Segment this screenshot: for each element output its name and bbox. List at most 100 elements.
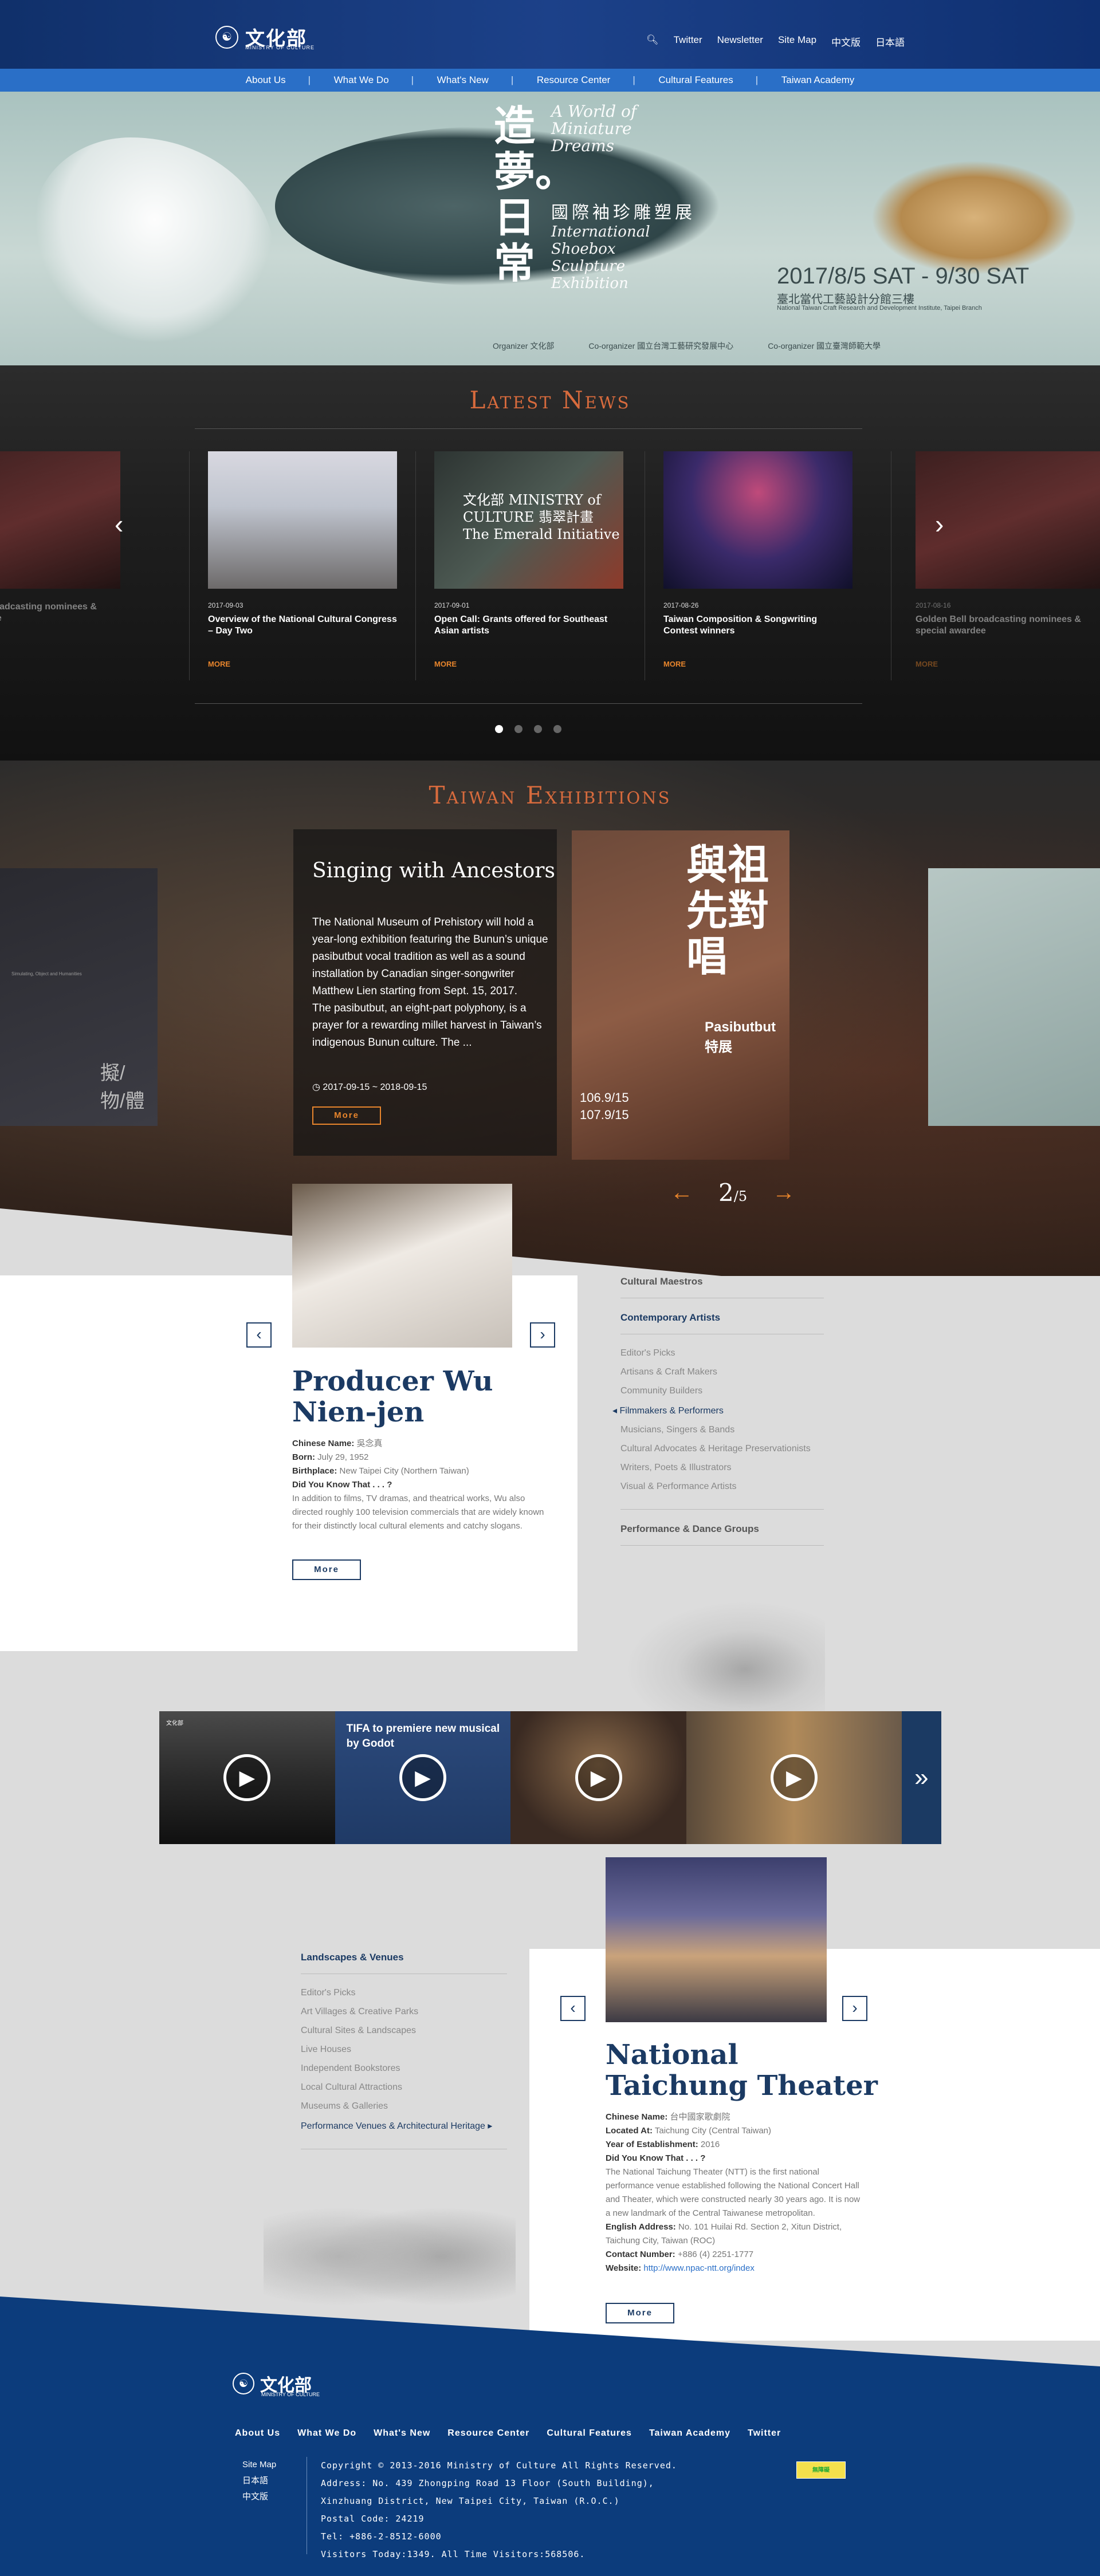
news-next-arrow-icon[interactable]: ›	[935, 509, 944, 539]
news-card-date: 2017-08-16	[916, 601, 951, 609]
artist-category-menu: Cultural Maestros Contemporary Artists E…	[612, 1276, 824, 1559]
footer-nav-about-us[interactable]: About Us	[235, 2428, 280, 2439]
top-link-chinese[interactable]: 中文版	[831, 34, 861, 49]
footer-link-chinese[interactable]: 中文版	[242, 2489, 276, 2505]
category-item[interactable]: Live Houses	[301, 2045, 507, 2055]
news-card-more-link[interactable]: MORE	[663, 660, 686, 668]
footer-link-japanese[interactable]: 日本語	[242, 2473, 276, 2489]
search-icon[interactable]: 🔍︎	[646, 34, 659, 49]
side-poster-caption: Simulating, Object and Humanities	[11, 971, 82, 976]
top-link-newsletter[interactable]: Newsletter	[717, 34, 763, 49]
accessibility-badge[interactable]: 無障礙	[796, 2461, 846, 2479]
info-value: 吳念真	[356, 1439, 383, 1448]
footer-nav-taiwan-academy[interactable]: Taiwan Academy	[649, 2428, 730, 2439]
exhibition-side-poster-left[interactable]: Simulating, Object and Humanities 擬/物/體	[0, 868, 158, 1126]
category-landscapes-venues[interactable]: Landscapes & Venues	[301, 1952, 507, 1974]
exhibition-prev-arrow-icon[interactable]: ←	[670, 1180, 693, 1206]
category-item[interactable]: Editor's Picks	[620, 1348, 824, 1358]
taiwan-exhibitions-section: Taiwan Exhibitions Simulating, Object an…	[0, 761, 1100, 1276]
video-thumb[interactable]: TIFA to premiere new musical by Godot ▶	[335, 1711, 511, 1844]
artist-prev-button[interactable]: ‹	[246, 1322, 272, 1348]
category-item[interactable]: Local Cultural Attractions	[301, 2082, 507, 2093]
category-item[interactable]: Cultural Advocates & Heritage Preservati…	[620, 1444, 824, 1454]
latest-news-section: Latest News Golden Bell broadcasting nom…	[0, 365, 1100, 761]
video-strip: 文化部 ▶ TIFA to premiere new musical by Go…	[159, 1711, 941, 1844]
category-item[interactable]: Community Builders	[620, 1386, 824, 1396]
exhibition-poster[interactable]: 與祖先對唱 Pasibutbut 特展 106.9/15 107.9/15	[572, 830, 789, 1160]
category-item[interactable]: Visual & Performance Artists	[620, 1482, 824, 1492]
news-card-title[interactable]: Golden Bell broadcasting nominees & spec…	[916, 614, 1100, 637]
exhibition-next-arrow-icon[interactable]: →	[772, 1180, 795, 1206]
category-item[interactable]: Writers, Poets & Illustrators	[620, 1463, 824, 1473]
category-item[interactable]: Museums & Galleries	[301, 2101, 507, 2112]
video-thumb[interactable]: 文化部 ▶	[159, 1711, 335, 1844]
category-item[interactable]: Editor's Picks	[301, 1988, 507, 1998]
top-link-sitemap[interactable]: Site Map	[778, 34, 816, 49]
footer-info: Copyright © 2013-2016 Ministry of Cultur…	[321, 2457, 677, 2563]
news-card-more-link[interactable]: MORE	[208, 660, 230, 668]
news-card-title[interactable]: Taiwan Composition & Songwriting Contest…	[663, 614, 852, 637]
exhibition-more-button[interactable]: More	[312, 1106, 381, 1125]
venue-prev-button[interactable]: ‹	[560, 1996, 586, 2021]
hero-banner[interactable]: 造夢。日常 A World of Miniature Dreams 國際袖珍雕塑…	[0, 92, 1100, 365]
news-card-more-link[interactable]: MORE	[916, 660, 938, 668]
category-cultural-maestros[interactable]: Cultural Maestros	[620, 1276, 824, 1298]
top-link-twitter[interactable]: Twitter	[674, 34, 702, 49]
news-card[interactable]: 2017-08-26 Taiwan Composition & Songwrit…	[663, 451, 852, 668]
news-card[interactable]: Golden Bell broadcasting nominees & spec…	[0, 451, 120, 624]
news-card[interactable]: 2017-08-16 Golden Bell broadcasting nomi…	[916, 451, 1100, 668]
pagination-dot[interactable]	[514, 725, 522, 733]
category-performance-dance[interactable]: Performance & Dance Groups	[620, 1523, 824, 1545]
category-item[interactable]: Artisans & Craft Makers	[620, 1367, 824, 1377]
site-logo[interactable]: ☯ 文化部 MINISTRY OF CULTURE	[215, 23, 314, 51]
pagination-dot[interactable]	[495, 725, 503, 733]
footer-nav-resource-center[interactable]: Resource Center	[447, 2428, 529, 2439]
category-item-selected[interactable]: Performance Venues & Architectural Herit…	[301, 2120, 507, 2132]
video-thumb[interactable]: ▶	[686, 1711, 902, 1844]
nav-resource-center[interactable]: Resource Center	[511, 74, 635, 86]
news-card[interactable]: 文化部 MINISTRY of CULTURE 翡翠計畫 The Emerald…	[434, 451, 623, 668]
play-icon[interactable]: ▶	[223, 1754, 271, 1801]
news-card-date: 2017-09-03	[208, 601, 243, 609]
pagination-dot[interactable]	[553, 725, 561, 733]
exhibition-side-poster-right[interactable]	[928, 868, 1100, 1126]
news-card-date: 2017-08-26	[663, 601, 699, 609]
footer-logo[interactable]: ☯ 文化部 MINISTRY OF CULTURE	[233, 2371, 320, 2397]
nav-cultural-features[interactable]: Cultural Features	[632, 74, 757, 86]
play-icon[interactable]: ▶	[770, 1754, 818, 1801]
news-card-title[interactable]: Open Call: Grants offered for Southeast …	[434, 614, 623, 637]
video-thumb[interactable]: ▶	[510, 1711, 686, 1844]
news-card-title[interactable]: Overview of the National Cultural Congre…	[208, 614, 397, 637]
play-icon[interactable]: ▶	[575, 1754, 622, 1801]
footer-nav-what-we-do[interactable]: What We Do	[297, 2428, 356, 2439]
footer-nav-twitter[interactable]: Twitter	[748, 2428, 781, 2439]
footer-nav-cultural-features[interactable]: Cultural Features	[547, 2428, 632, 2439]
pagination-dot[interactable]	[534, 725, 542, 733]
nav-what-we-do[interactable]: What We Do	[308, 74, 413, 86]
video-next-icon[interactable]: »	[901, 1711, 941, 1844]
divider	[195, 703, 862, 704]
nav-taiwan-academy[interactable]: Taiwan Academy	[756, 74, 879, 86]
category-item[interactable]: Independent Bookstores	[301, 2063, 507, 2074]
news-card-more-link[interactable]: MORE	[434, 660, 457, 668]
category-item[interactable]: Cultural Sites & Landscapes	[301, 2026, 507, 2036]
category-item[interactable]: Art Villages & Creative Parks	[301, 2007, 507, 2017]
venue-website-link[interactable]: http://www.npac-ntt.org/index	[643, 2263, 754, 2273]
venue-more-button[interactable]: More	[606, 2303, 674, 2323]
category-item[interactable]: Musicians, Singers & Bands	[620, 1425, 824, 1435]
news-prev-arrow-icon[interactable]: ‹	[115, 509, 123, 539]
category-item-selected[interactable]: ◂ Filmmakers & Performers	[612, 1405, 824, 1416]
top-link-japanese[interactable]: 日本語	[875, 34, 905, 49]
footer-link-sitemap[interactable]: Site Map	[242, 2457, 276, 2473]
category-contemporary-artists[interactable]: Contemporary Artists	[620, 1312, 824, 1334]
news-card-title[interactable]: Golden Bell broadcasting nominees & spec…	[0, 601, 120, 624]
footer-nav-whats-new[interactable]: What's New	[374, 2428, 430, 2439]
artist-more-button[interactable]: More	[292, 1559, 361, 1580]
nav-whats-new[interactable]: What's New	[411, 74, 513, 86]
info-label: Did You Know That . . . ?	[292, 1480, 392, 1490]
play-icon[interactable]: ▶	[399, 1754, 446, 1801]
artist-next-button[interactable]: ›	[530, 1322, 555, 1348]
venue-next-button[interactable]: ›	[842, 1996, 867, 2021]
nav-about-us[interactable]: About Us	[222, 74, 310, 86]
news-card[interactable]: 2017-09-03 Overview of the National Cult…	[208, 451, 397, 668]
